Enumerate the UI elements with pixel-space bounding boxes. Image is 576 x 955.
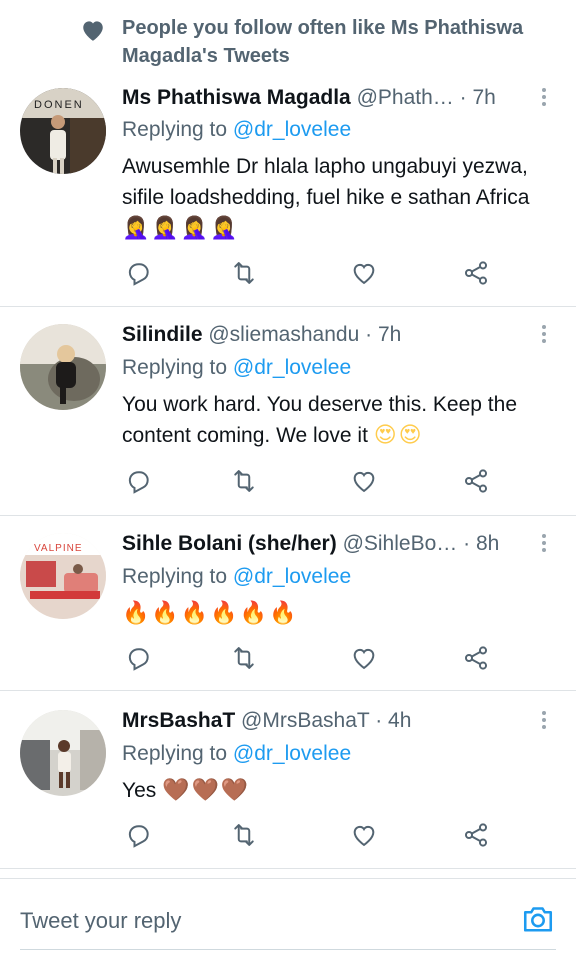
replying-to: Replying to @dr_lovelee [122, 118, 352, 141]
reply-icon[interactable] [124, 821, 154, 851]
svg-text:VALPINE: VALPINE [34, 543, 83, 554]
timestamp[interactable]: 4h [388, 709, 411, 732]
separator-dot: · [375, 709, 383, 732]
camera-icon[interactable] [520, 901, 556, 937]
tweet-text: 🔥🔥🔥🔥🔥🔥 [122, 598, 546, 629]
mention-link[interactable]: @dr_lovelee [233, 118, 351, 141]
social-context-text: People you follow often like Ms Phathisw… [122, 17, 524, 67]
more-options-icon[interactable] [536, 322, 552, 346]
avatar[interactable]: VALPINE [20, 533, 106, 619]
timestamp[interactable]: 7h [472, 86, 495, 109]
reply-icon[interactable] [124, 259, 154, 289]
more-options-icon[interactable] [536, 85, 552, 109]
like-icon[interactable] [350, 467, 380, 497]
avatar[interactable] [20, 710, 106, 796]
tweet-actions [122, 821, 502, 851]
heart-icon [83, 21, 103, 41]
display-name[interactable]: MrsBashaT [122, 709, 235, 732]
tweet-actions [122, 259, 502, 289]
display-name[interactable]: Silindile [122, 323, 203, 346]
mention-link[interactable]: @dr_lovelee [233, 742, 351, 765]
display-name[interactable]: Sihle Bolani (she/her) [122, 532, 337, 555]
svg-text:DONEN: DONEN [34, 99, 84, 111]
tweet-header: Ms Phathiswa Magadla @Phath… · 7h [122, 83, 532, 113]
tweet-text: Awusemhle Dr hlala lapho ungabuyi yezwa,… [122, 155, 530, 241]
reply-composer [0, 878, 576, 955]
input-underline [20, 949, 556, 950]
tweet-emoji: 🤎🤎🤎 [162, 778, 251, 803]
like-icon[interactable] [350, 644, 380, 674]
tweet-header: Silindile @sliemashandu · 7h [122, 320, 532, 350]
tweet-actions [122, 644, 502, 674]
tweet-emoji: 😍😍 [373, 423, 424, 448]
tweet-text: Yes 🤎🤎🤎 [122, 778, 251, 803]
replying-to: Replying to @dr_lovelee [122, 742, 352, 765]
reply-icon[interactable] [124, 467, 154, 497]
display-name[interactable]: Ms Phathiswa Magadla [122, 86, 351, 109]
timestamp[interactable]: 7h [378, 323, 401, 346]
share-icon[interactable] [462, 821, 492, 851]
tweet[interactable]: VALPINE Sihle Bolani (she/her) @SihleBo…… [0, 516, 576, 691]
tweet-actions [122, 467, 502, 497]
like-icon[interactable] [350, 259, 380, 289]
tweet-header: MrsBashaT @MrsBashaT · 4h [122, 706, 532, 736]
retweet-icon[interactable] [230, 467, 260, 497]
more-options-icon[interactable] [536, 531, 552, 555]
separator-dot: · [459, 86, 467, 109]
tweet-header: Sihle Bolani (she/her) @SihleBo… · 8h [122, 529, 532, 559]
tweet-emoji: 🔥🔥🔥🔥🔥🔥 [122, 601, 299, 626]
user-handle[interactable]: @sliemashandu [208, 323, 359, 346]
replying-to: Replying to @dr_lovelee [122, 356, 352, 379]
tweet[interactable]: Silindile @sliemashandu · 7h Replying to… [0, 307, 576, 516]
user-handle[interactable]: @SihleBo… [343, 532, 458, 555]
more-options-icon[interactable] [536, 708, 552, 732]
avatar[interactable] [20, 324, 106, 410]
retweet-icon[interactable] [230, 644, 260, 674]
reply-icon[interactable] [124, 644, 154, 674]
tweet-emoji: 🤦‍♀️🤦‍♀️🤦‍♀️🤦‍♀️ [122, 216, 240, 241]
share-icon[interactable] [462, 467, 492, 497]
social-context-banner: People you follow often like Ms Phathisw… [0, 0, 576, 75]
like-icon[interactable] [350, 821, 380, 851]
mention-link[interactable]: @dr_lovelee [233, 565, 351, 588]
tweet[interactable]: MrsBashaT @MrsBashaT · 4h Replying to @d… [0, 691, 576, 869]
mention-link[interactable]: @dr_lovelee [233, 356, 351, 379]
share-icon[interactable] [462, 259, 492, 289]
retweet-icon[interactable] [230, 821, 260, 851]
tweet-text: You work hard. You deserve this. Keep th… [122, 393, 518, 448]
tweet[interactable]: DONEN Ms Phathiswa Magadla @Phath… · 7h … [0, 75, 576, 307]
replying-to: Replying to @dr_lovelee [122, 565, 352, 588]
avatar[interactable]: DONEN [20, 88, 106, 174]
user-handle[interactable]: @Phath… [357, 86, 454, 109]
tweet-reply-input[interactable] [20, 905, 500, 937]
separator-dot: · [365, 323, 373, 346]
user-handle[interactable]: @MrsBashaT [241, 709, 369, 732]
retweet-icon[interactable] [230, 259, 260, 289]
share-icon[interactable] [462, 644, 492, 674]
timestamp[interactable]: 8h [476, 532, 499, 555]
separator-dot: · [463, 532, 471, 555]
